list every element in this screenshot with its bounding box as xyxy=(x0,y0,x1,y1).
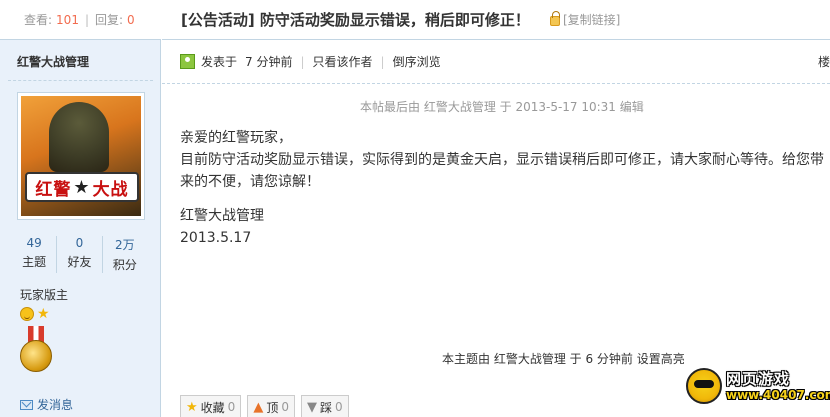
favorite-count: 0 xyxy=(227,400,236,414)
downvote-label: 踩 xyxy=(319,400,332,415)
watermark-url: www.40407.com xyxy=(726,388,830,402)
author-sidebar: 查看: 101 | 回复: 0 红警大战管理 红警 ★ 大战 49 主题 0 好… xyxy=(0,0,161,417)
content-line: 亲爱的红警玩家， xyxy=(180,130,292,146)
post-actions: ★ 收藏 0 ▲ 顶 0 ▼ 踩 0 xyxy=(180,395,349,417)
copy-link-label: [复制链接] xyxy=(562,13,621,27)
watermark-title: 网页游戏 xyxy=(726,370,791,388)
replies-label: 回复: xyxy=(95,13,124,27)
medals: ★ xyxy=(20,307,52,372)
user-rank: 玩家版主 xyxy=(20,288,69,302)
star-icon: ★ xyxy=(186,399,198,415)
upvote-label: 顶 xyxy=(266,400,279,415)
rank-icons: ★ xyxy=(20,307,52,321)
send-message-link[interactable]: 发消息 xyxy=(20,396,73,413)
stat-friends[interactable]: 0 好友 xyxy=(57,236,103,273)
author-name[interactable]: 红警大战管理 xyxy=(17,53,89,70)
reverse-view-link[interactable]: 倒序浏览 xyxy=(393,53,441,70)
upvote-count: 0 xyxy=(281,400,289,414)
floor-label: 楼 xyxy=(817,55,830,69)
replies-count: 0 xyxy=(127,12,135,27)
medal-disc xyxy=(20,340,52,372)
avatar[interactable]: 红警 ★ 大战 xyxy=(17,92,145,220)
game-logo: 红警 ★ 大战 xyxy=(25,172,139,202)
meta-divider: | xyxy=(380,54,385,69)
star-icon: ★ xyxy=(73,176,91,198)
posted-time: 7 分钟前 xyxy=(245,55,293,69)
views-count: 101 xyxy=(56,12,79,27)
posted-label: 发表于 xyxy=(201,55,238,69)
game-logo-left-text: 红警 xyxy=(35,179,72,200)
online-status-icon xyxy=(180,54,195,69)
thumbs-up-icon: ▲ xyxy=(253,399,264,415)
stat-value: 49 xyxy=(26,236,42,250)
profile-stats: 49 主题 0 好友 2万 积分 xyxy=(12,236,147,273)
medal-badge-icon[interactable] xyxy=(20,326,52,372)
favorite-button[interactable]: ★ 收藏 0 xyxy=(180,395,242,417)
stat-value: 0 xyxy=(75,236,84,250)
page-title: [公告活动] 防守活动奖励显示错误，稍后即可修正！ xyxy=(181,11,530,29)
stat-label: 好友 xyxy=(67,255,92,269)
thumbs-down-icon: ▼ xyxy=(306,399,317,415)
soldier-figure xyxy=(49,102,109,172)
site-watermark: 网页游戏 www.40407.com xyxy=(686,362,830,410)
post-meta: 发表于 7 分钟前 | 只看该作者 | 倒序浏览 xyxy=(162,40,830,84)
stat-value: 2万 xyxy=(115,238,135,252)
star-icon: ★ xyxy=(37,306,50,322)
edited-note: 本帖最后由 红警大战管理 于 2013-5-17 10:31 编辑 xyxy=(360,100,644,114)
views-label: 查看: xyxy=(24,13,53,27)
mascot-icon xyxy=(686,368,722,404)
send-message-label: 发消息 xyxy=(37,398,74,412)
author-divider xyxy=(8,80,153,81)
signature-name: 红警大战管理 xyxy=(180,208,264,224)
lock-icon xyxy=(549,11,560,26)
smiley-icon xyxy=(20,307,34,321)
stat-points[interactable]: 2万 积分 xyxy=(103,236,147,273)
post-content: 亲爱的红警玩家， 目前防守活动奖励显示错误，实际得到的是黄金天启，显示错误稍后即… xyxy=(180,127,830,249)
mail-icon xyxy=(20,399,33,410)
downvote-count: 0 xyxy=(334,400,343,414)
stat-threads[interactable]: 49 主题 xyxy=(12,236,58,273)
avatar-image: 红警 ★ 大战 xyxy=(21,96,141,216)
stat-label: 主题 xyxy=(22,255,47,269)
meta-divider: | xyxy=(300,54,305,69)
stats-divider: | xyxy=(84,12,89,27)
content-line: 目前防守活动奖励显示错误，实际得到的是黄金天启，显示错误稍后即可修正，请大家耐心… xyxy=(180,152,824,190)
title-bar: [公告活动] 防守活动奖励显示错误，稍后即可修正！ [复制链接] xyxy=(162,0,830,40)
only-author-link[interactable]: 只看该作者 xyxy=(313,53,373,70)
upvote-button[interactable]: ▲ 顶 0 xyxy=(247,395,295,417)
highlight-note: 本主题由 红警大战管理 于 6 分钟前 设置高亮 xyxy=(442,352,685,366)
game-logo-right-text: 大战 xyxy=(92,179,129,200)
post-main: [公告活动] 防守活动奖励显示错误，稍后即可修正！ [复制链接] 发表于 7 分… xyxy=(162,0,830,417)
copy-link-button[interactable]: [复制链接] xyxy=(549,11,621,28)
signature-date: 2013.5.17 xyxy=(180,230,252,246)
favorite-label: 收藏 xyxy=(200,400,225,415)
thread-stats: 查看: 101 | 回复: 0 xyxy=(0,0,161,40)
downvote-button[interactable]: ▼ 踩 0 xyxy=(300,395,349,417)
stat-label: 积分 xyxy=(112,258,137,272)
